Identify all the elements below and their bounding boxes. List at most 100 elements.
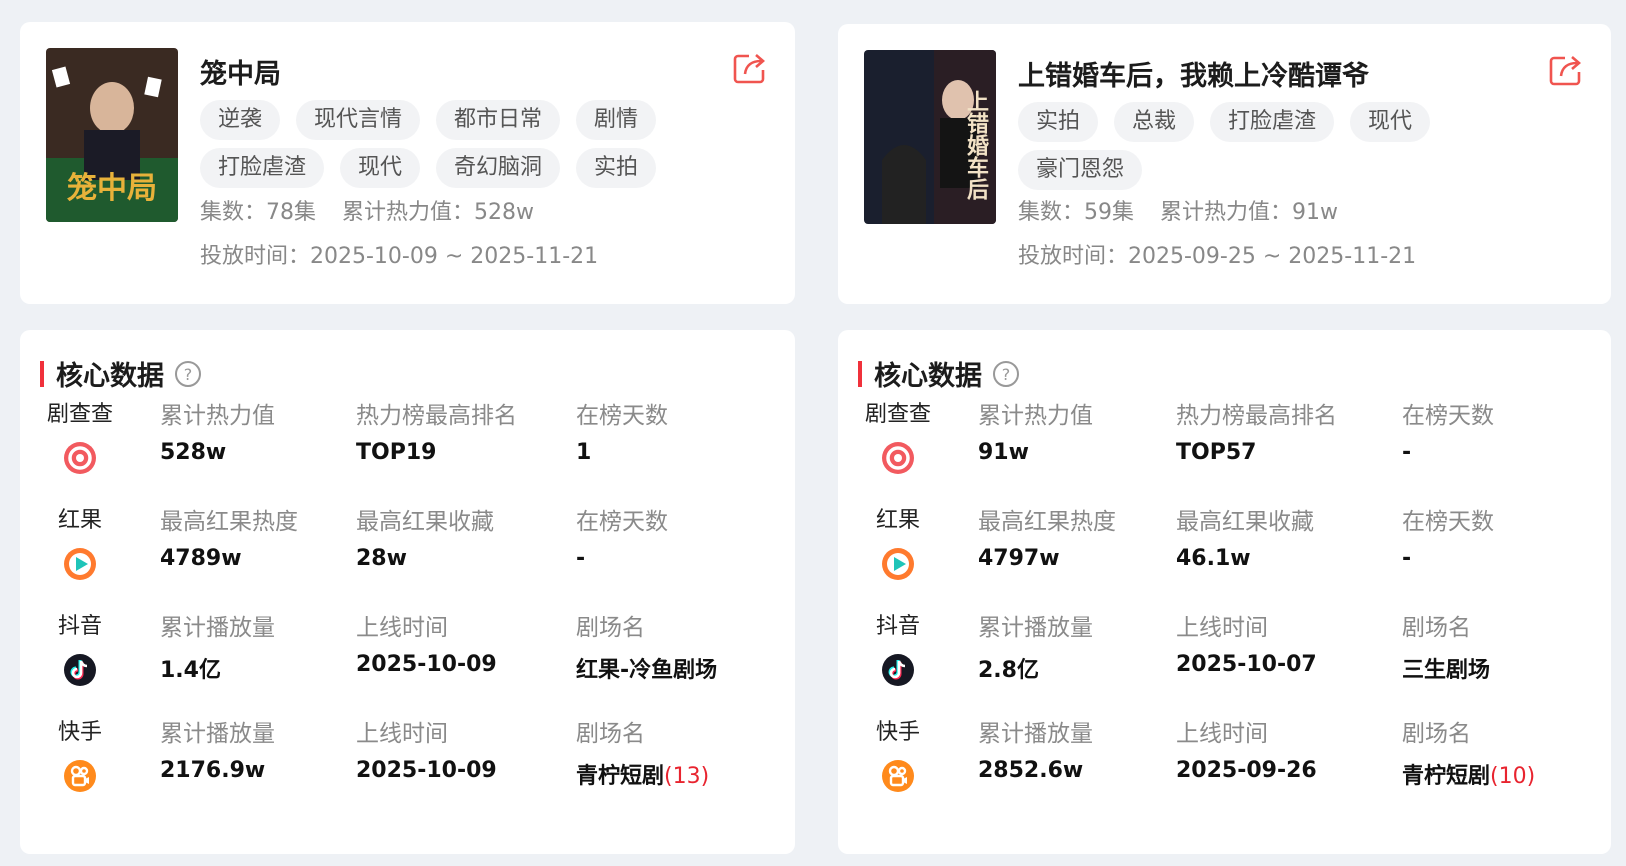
- platform-cell: 快手: [858, 718, 938, 794]
- platform-row-hongguo: 红果 最高红果热度 4789w 最高红果收藏 28w 在榜天数 -: [20, 506, 795, 606]
- stat-label: 热力榜最高排名: [1176, 403, 1337, 429]
- tag[interactable]: 现代: [1350, 102, 1431, 142]
- stat-cell: 上线时间 2025-10-09: [356, 718, 497, 783]
- stat-cell: 剧场名 三生剧场: [1402, 612, 1490, 684]
- stat-label: 累计播放量: [978, 721, 1093, 747]
- cover-title-text: 上错婚车后: [963, 90, 989, 201]
- stat-cell: 在榜天数 -: [1402, 506, 1494, 571]
- section-title: 核心数据: [874, 361, 982, 392]
- tag-list: 实拍 总裁 打脸虐渣 现代 豪门恩怨: [1018, 102, 1548, 190]
- tag[interactable]: 都市日常: [436, 100, 561, 140]
- stat-label: 上线时间: [1176, 615, 1268, 641]
- platform-row-douyin: 抖音 累计播放量 2.8亿 上线时间 2025-10-07 剧场名 三生剧场: [838, 612, 1611, 712]
- platform-cell: 红果: [858, 506, 938, 582]
- stat-cell: 上线时间 2025-09-26: [1176, 718, 1317, 783]
- drama-info-card: 笼中局 笼中局 逆袭 现代言情 都市日常 剧情 打脸虐渣 现代 奇幻脑洞 实拍 …: [20, 22, 795, 304]
- core-data-card: 核心数据 ? 剧查查 累计热力值 91w 热力榜最高排名 TOP57 在榜天数 …: [838, 330, 1611, 854]
- platform-cell: 快手: [40, 718, 120, 794]
- stat-label: 在榜天数: [576, 403, 668, 429]
- platform-name: 抖音: [875, 614, 920, 639]
- stat-value: 青柠短剧(13): [576, 758, 709, 790]
- share-icon[interactable]: [733, 52, 767, 84]
- theater-name: 青柠短剧: [1402, 764, 1491, 789]
- platform-row-kuaishou: 快手 累计播放量 2176.9w 上线时间 2025-10-09 剧场名 青柠短…: [20, 718, 795, 818]
- stat-value: 2176.9w: [160, 758, 266, 783]
- platform-name: 红果: [875, 508, 920, 533]
- stat-value: 4797w: [978, 546, 1060, 571]
- theater-rank: (13): [664, 764, 710, 789]
- platform-row-juchacha: 剧查查 累计热力值 91w 热力榜最高排名 TOP57 在榜天数 -: [838, 400, 1611, 500]
- stat-cell: 最高红果收藏 28w: [356, 506, 494, 571]
- svg-text:?: ?: [184, 365, 193, 384]
- stat-label: 剧场名: [1402, 721, 1471, 747]
- platform-name: 红果: [57, 508, 102, 533]
- tag[interactable]: 豪门恩怨: [1018, 150, 1143, 190]
- stat-cell: 累计播放量 2.8亿: [978, 612, 1093, 684]
- section-accent-bar: [40, 360, 44, 387]
- platform-name: 剧查查: [864, 402, 931, 427]
- stat-cell: 累计热力值 91w: [978, 400, 1093, 465]
- section-title: 核心数据: [56, 361, 164, 392]
- section-accent-bar: [858, 360, 862, 387]
- tag[interactable]: 总裁: [1114, 102, 1195, 142]
- juchacha-icon: [64, 442, 96, 474]
- tag[interactable]: 打脸虐渣: [200, 148, 325, 188]
- stat-label: 剧场名: [1402, 615, 1471, 641]
- platform-row-hongguo: 红果 最高红果热度 4797w 最高红果收藏 46.1w 在榜天数 -: [838, 506, 1611, 606]
- stat-label: 最高红果热度: [978, 509, 1116, 535]
- platform-cell: 红果: [40, 506, 120, 582]
- episode-count: 集数：78集: [200, 200, 316, 225]
- stat-value: 28w: [356, 546, 407, 571]
- tag[interactable]: 打脸虐渣: [1210, 102, 1335, 142]
- stat-value: 2025-09-26: [1176, 758, 1317, 783]
- section-header: 核心数据 ?: [858, 354, 1020, 393]
- share-icon[interactable]: [1549, 54, 1583, 86]
- hongguo-icon: [64, 548, 96, 580]
- tag[interactable]: 实拍: [1018, 102, 1099, 142]
- stat-cell: 热力榜最高排名 TOP19: [356, 400, 517, 465]
- air-time: 投放时间：2025-10-09 ~ 2025-11-21: [200, 244, 599, 269]
- hongguo-icon: [882, 548, 914, 580]
- drama-cover-image[interactable]: 上错婚车后: [864, 50, 996, 224]
- stat-value: 2025-10-09: [356, 758, 497, 783]
- drama-cover-image[interactable]: 笼中局: [46, 48, 178, 222]
- stat-cell: 最高红果热度 4789w: [160, 506, 298, 571]
- tag[interactable]: 奇幻脑洞: [436, 148, 561, 188]
- platform-name: 抖音: [57, 614, 102, 639]
- tag[interactable]: 实拍: [576, 148, 657, 188]
- stat-cell: 剧场名 青柠短剧(13): [576, 718, 709, 790]
- stat-label: 在榜天数: [1402, 509, 1494, 535]
- stat-label: 剧场名: [576, 615, 645, 641]
- drama-info-card: 上错婚车后 上错婚车后，我赖上冷酷谭爷 实拍 总裁 打脸虐渣 现代 豪门恩怨 集…: [838, 24, 1611, 304]
- stat-label: 累计播放量: [978, 615, 1093, 641]
- stat-label: 累计播放量: [160, 721, 275, 747]
- tag[interactable]: 剧情: [576, 100, 657, 140]
- stat-cell: 累计播放量 2852.6w: [978, 718, 1093, 783]
- stat-label: 剧场名: [576, 721, 645, 747]
- kuaishou-icon: [882, 760, 914, 792]
- stat-value: 4789w: [160, 546, 242, 571]
- stat-label: 最高红果收藏: [356, 509, 494, 535]
- theater-rank: (10): [1490, 764, 1536, 789]
- drama-stats-line: 集数：59集 累计热力值：91w: [1018, 194, 1338, 226]
- drama-stats-line: 集数：78集 累计热力值：528w: [200, 194, 534, 226]
- tag[interactable]: 逆袭: [200, 100, 281, 140]
- tag[interactable]: 现代: [340, 148, 421, 188]
- stat-cell: 在榜天数 -: [1402, 400, 1494, 465]
- episode-count: 集数：59集: [1018, 200, 1134, 225]
- air-time: 投放时间：2025-09-25 ~ 2025-11-21: [1018, 244, 1417, 269]
- stat-cell: 累计热力值 528w: [160, 400, 275, 465]
- stat-value: 46.1w: [1176, 546, 1251, 571]
- stat-value: -: [1402, 440, 1412, 465]
- stat-cell: 剧场名 青柠短剧(10): [1402, 718, 1535, 790]
- tag[interactable]: 现代言情: [296, 100, 421, 140]
- stat-value: 2025-10-09: [356, 652, 497, 677]
- stat-cell: 最高红果收藏 46.1w: [1176, 506, 1314, 571]
- stat-value: 528w: [160, 440, 227, 465]
- help-icon[interactable]: ?: [992, 360, 1020, 388]
- stat-cell: 累计播放量 1.4亿: [160, 612, 275, 684]
- platform-row-juchacha: 剧查查 累计热力值 528w 热力榜最高排名 TOP19 在榜天数 1: [20, 400, 795, 500]
- help-icon[interactable]: ?: [174, 360, 202, 388]
- platform-cell: 剧查查: [858, 400, 938, 476]
- total-heat: 累计热力值：91w: [1160, 200, 1338, 225]
